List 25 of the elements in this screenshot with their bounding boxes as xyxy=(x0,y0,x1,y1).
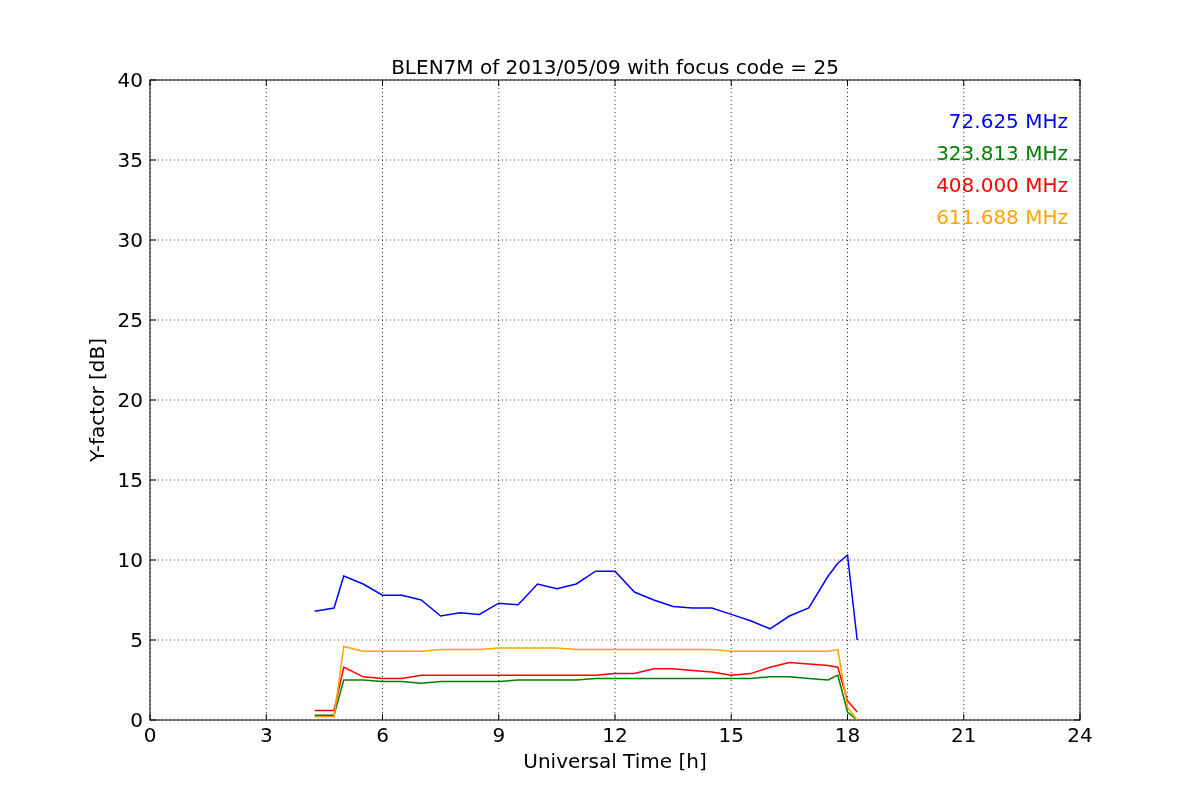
tick-label: 24 xyxy=(1067,723,1093,747)
tick-label: 25 xyxy=(117,308,143,332)
chart-title: BLEN7M of 2013/05/09 with focus code = 25 xyxy=(391,55,839,79)
legend-entry: 611.688 MHz xyxy=(936,205,1068,229)
tick-label: 10 xyxy=(117,548,143,572)
tick-label: 15 xyxy=(117,468,143,492)
x-axis-label: Universal Time [h] xyxy=(523,749,707,773)
tick-label: 18 xyxy=(834,723,861,747)
tick-label: 40 xyxy=(117,68,143,92)
tick-label: 3 xyxy=(259,723,273,747)
tick-label: 0 xyxy=(143,723,157,747)
legend-entry: 72.625 MHz xyxy=(948,109,1068,133)
tick-label: 9 xyxy=(492,723,506,747)
tick-label: 35 xyxy=(117,148,143,172)
tick-label: 20 xyxy=(117,388,143,412)
legend-entry: 408.000 MHz xyxy=(936,173,1068,197)
tick-label: 30 xyxy=(117,228,143,252)
legend-entry: 323.813 MHz xyxy=(936,141,1068,165)
y-axis-label: Y-factor [dB] xyxy=(85,338,109,462)
tick-label: 21 xyxy=(951,723,977,747)
tick-label: 6 xyxy=(376,723,389,747)
tick-label: 15 xyxy=(718,723,744,747)
tick-label: 5 xyxy=(130,628,143,652)
tick-label: 12 xyxy=(602,723,628,747)
tick-label: 0 xyxy=(130,708,143,732)
